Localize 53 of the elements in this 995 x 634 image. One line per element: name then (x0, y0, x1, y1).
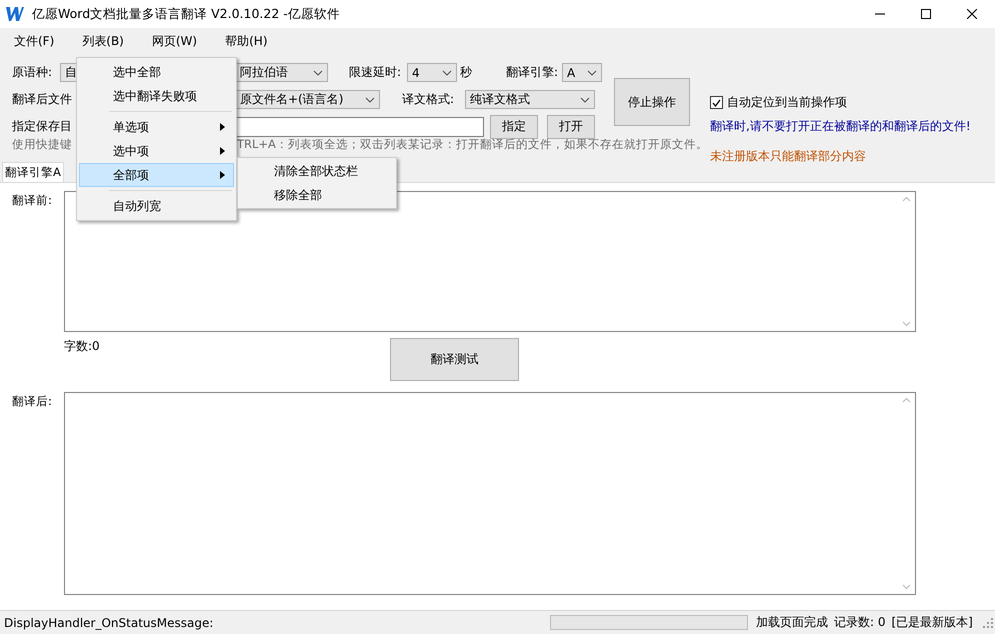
scroll-down-icon[interactable] (902, 321, 911, 327)
unit-label: 秒 (460, 64, 472, 81)
menu-item[interactable]: 选中项 (79, 139, 234, 163)
chevron-icon (580, 96, 590, 102)
field-label: 翻译引擎: (506, 64, 560, 81)
app-logo-icon (6, 6, 24, 22)
chevron-icon (442, 70, 452, 76)
field-label: 限速延时: (349, 64, 402, 81)
format-dropdown[interactable]: 纯译文格式 (465, 90, 595, 109)
field-label: 翻译后: (12, 393, 53, 409)
resize-grip-icon[interactable] (983, 618, 993, 628)
warning-text: 翻译时,请不要打开正在被翻译的和翻译后的文件! (710, 118, 971, 135)
version-status: [已是最新版本] (892, 614, 973, 631)
status-message: DisplayHandler_OnStatusMessage: (4, 616, 214, 630)
scroll-down-icon[interactable] (902, 584, 911, 590)
menu-bar-item[interactable]: 列表(B) (74, 30, 132, 52)
chevron-icon (587, 70, 597, 76)
maximize-icon (921, 9, 931, 19)
set-folder-button[interactable]: 指定 (490, 114, 538, 138)
stop-button[interactable]: 停止操作 (614, 78, 690, 126)
scroll-up-icon[interactable] (902, 196, 911, 202)
close-icon (967, 9, 977, 19)
window-title: 亿愿Word文档批量多语言翻译 V2.0.10.22 -亿愿软件 (32, 6, 341, 22)
field-label: 原语种: (12, 64, 54, 81)
menu-item[interactable]: 全部项 (79, 163, 234, 187)
menu-item[interactable]: 自动列宽 (79, 194, 234, 218)
source-text-area[interactable] (64, 191, 916, 332)
tab[interactable]: 翻译引擎A (2, 162, 64, 182)
checkbox-label: 自动定位到当前操作项 (727, 94, 847, 111)
menu-item[interactable]: 移除全部 (240, 183, 394, 207)
menu-bar-item[interactable]: 帮助(H) (217, 30, 276, 52)
load-status: 加载页面完成 (756, 614, 828, 631)
chevron-icon (313, 70, 323, 76)
menu-bar-item[interactable]: 文件(F) (6, 30, 62, 52)
license-note: 未注册版本只能翻译部分内容 (710, 148, 867, 165)
char-count: 字数:0 (64, 338, 101, 355)
checkbox[interactable] (710, 96, 723, 109)
hint-text: 使用快捷键 (12, 136, 72, 152)
result-text-area[interactable] (64, 392, 916, 595)
field-label: 翻译后文件 (12, 91, 72, 108)
chevron-icon (365, 96, 375, 102)
field-label: 翻译前: (12, 192, 53, 208)
test-translate-button[interactable]: 翻译测试 (390, 338, 519, 381)
menu-bar-item[interactable]: 网页(W) (144, 30, 206, 52)
field-label: 译文格式: (402, 91, 456, 108)
record-count: 记录数: 0 (834, 614, 886, 631)
menu-item[interactable]: 单选项 (79, 115, 234, 139)
scroll-up-icon[interactable] (902, 397, 911, 403)
menu-item[interactable]: 清除全部状态栏 (240, 159, 394, 183)
open-folder-button[interactable]: 打开 (547, 114, 595, 138)
field-label: 指定保存目 (12, 118, 72, 135)
delay-dropdown[interactable]: 4 (407, 63, 457, 82)
engine-dropdown[interactable]: A (562, 63, 602, 82)
